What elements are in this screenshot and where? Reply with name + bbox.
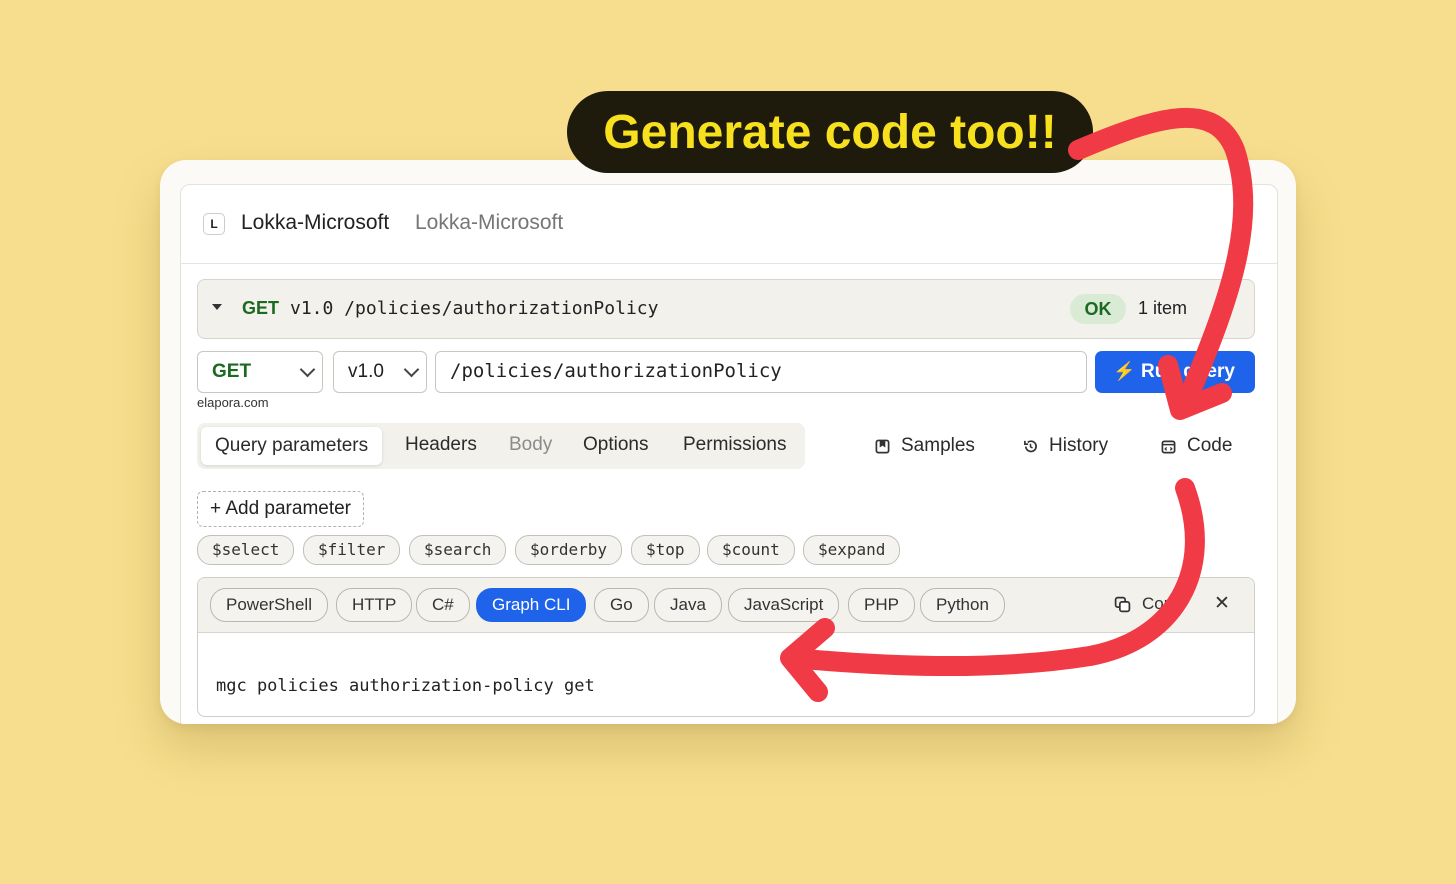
chip-select[interactable]: $select — [197, 535, 295, 565]
copy-icon[interactable] — [1114, 596, 1131, 613]
app-title: Lokka-Microsoft — [241, 211, 390, 234]
chip-orderby[interactable]: $orderby — [515, 535, 623, 565]
chip-search[interactable]: $search — [409, 535, 507, 565]
chip-count[interactable]: $count — [707, 535, 795, 565]
status-badge: OK — [1070, 294, 1126, 324]
url-input[interactable] — [450, 360, 1070, 382]
workspace-panel: L Lokka-Microsoft Lokka-Microsoft GET v1… — [180, 184, 1278, 724]
tab-headers[interactable]: Headers — [405, 434, 477, 456]
version-value: v1.0 — [348, 361, 384, 382]
code-button[interactable]: Code — [1187, 435, 1232, 457]
tab-permissions[interactable]: Permissions — [683, 434, 786, 456]
app-subtitle: Lokka-Microsoft — [415, 211, 564, 234]
code-snippet: mgc policies authorization-policy get — [216, 676, 595, 696]
chevron-down-icon — [299, 361, 316, 378]
bolt-icon: ⚡ — [1113, 361, 1136, 381]
lang-http[interactable]: HTTP — [336, 588, 413, 622]
result-count: 1 item — [1138, 298, 1188, 318]
tenant-domain: elapora.com — [197, 395, 269, 410]
title-bar: L Lokka-Microsoft Lokka-Microsoft — [181, 185, 1277, 264]
summary-method: GET — [242, 298, 280, 318]
samples-button[interactable]: Samples — [901, 435, 975, 457]
history-button[interactable]: History — [1049, 435, 1108, 457]
request-tabs: Query parameters Headers Body Options Pe… — [197, 423, 805, 469]
samples-icon — [875, 439, 890, 454]
run-query-label: Run query — [1141, 361, 1235, 382]
expand-caret-icon[interactable] — [212, 304, 222, 310]
run-query-button[interactable]: ⚡ Run query — [1095, 351, 1255, 393]
chip-filter[interactable]: $filter — [303, 535, 401, 565]
chip-expand[interactable]: $expand — [803, 535, 901, 565]
history-icon — [1024, 440, 1037, 453]
tab-query-parameters[interactable]: Query parameters — [201, 427, 383, 465]
method-value: GET — [212, 361, 252, 382]
language-bar: PowerShell HTTP C# Graph CLI Go Java Jav… — [198, 578, 1254, 633]
copy-button[interactable]: Copy — [1142, 594, 1182, 614]
lang-go[interactable]: Go — [594, 588, 649, 622]
chevron-down-icon — [403, 361, 420, 378]
lang-java[interactable]: Java — [654, 588, 722, 622]
app-logo: L — [203, 213, 225, 235]
url-field[interactable] — [435, 351, 1087, 393]
callout-banner: Generate code too!! — [567, 91, 1093, 173]
lang-graph-cli[interactable]: Graph CLI — [476, 588, 587, 622]
summary-path: v1.0 /policies/authorizationPolicy — [290, 298, 659, 319]
lang-python[interactable]: Python — [920, 588, 1005, 622]
request-summary[interactable]: GET v1.0 /policies/authorizationPolicy O… — [197, 279, 1255, 339]
add-parameter-button[interactable]: + Add parameter — [197, 491, 365, 527]
lang-powershell[interactable]: PowerShell — [210, 588, 328, 622]
method-select[interactable]: GET — [197, 351, 323, 393]
lang-csharp[interactable]: C# — [416, 588, 470, 622]
code-icon — [1161, 440, 1176, 454]
tab-options[interactable]: Options — [583, 434, 648, 456]
tab-body[interactable]: Body — [509, 434, 552, 456]
lang-php[interactable]: PHP — [848, 588, 915, 622]
chip-top[interactable]: $top — [631, 535, 700, 565]
code-snippet-panel: PowerShell HTTP C# Graph CLI Go Java Jav… — [197, 577, 1255, 717]
app-window: L Lokka-Microsoft Lokka-Microsoft GET v1… — [160, 160, 1296, 724]
close-icon[interactable]: ✕ — [1214, 592, 1230, 615]
version-select[interactable]: v1.0 — [333, 351, 427, 393]
lang-javascript[interactable]: JavaScript — [728, 588, 840, 622]
